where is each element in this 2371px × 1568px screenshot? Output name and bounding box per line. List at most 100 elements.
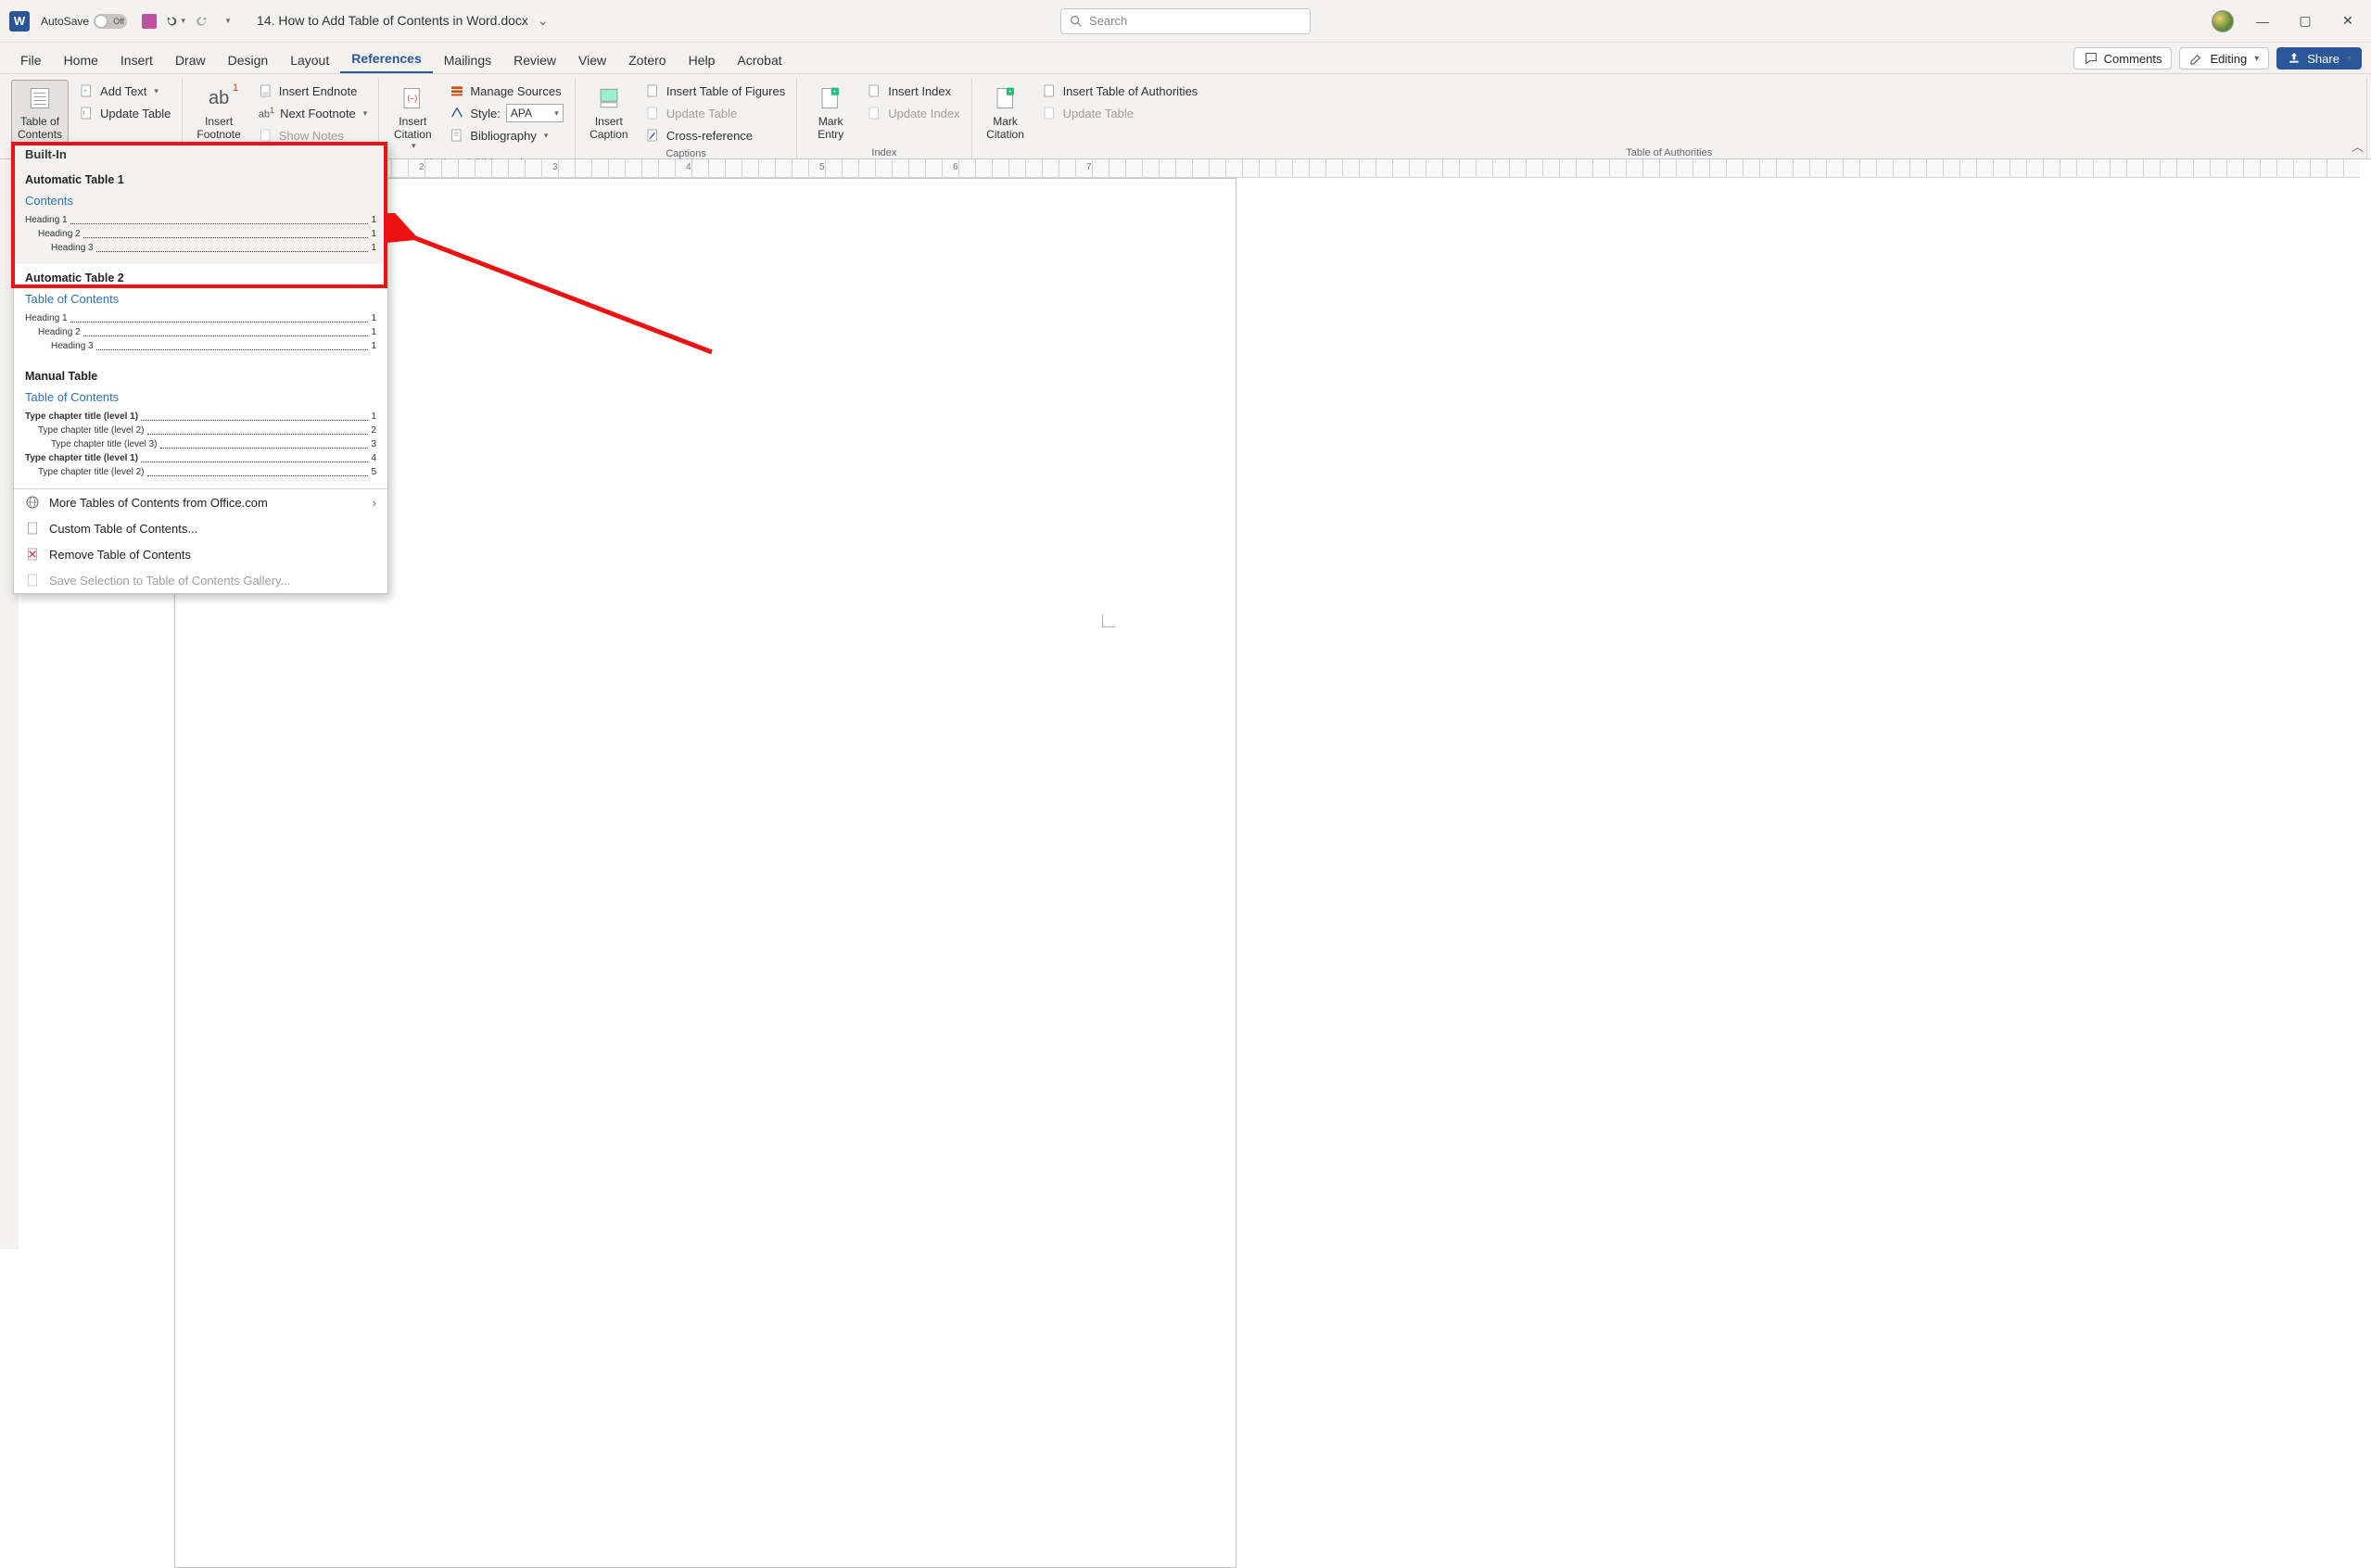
- title-bar: W AutoSave Off ▾ ▾ 14. How to Add Table …: [0, 0, 2371, 43]
- style-icon: [450, 106, 464, 120]
- toc-icon: [26, 84, 54, 112]
- remove-toc-button[interactable]: Remove Table of Contents: [14, 541, 387, 567]
- tab-acrobat[interactable]: Acrobat: [726, 47, 792, 73]
- manage-sources-button[interactable]: Manage Sources: [446, 80, 567, 102]
- insert-footnote-button[interactable]: ab1 Insert Footnote: [190, 80, 247, 145]
- tab-home[interactable]: Home: [53, 47, 109, 73]
- remove-icon: [25, 547, 40, 562]
- autosave-toggle[interactable]: Off: [94, 14, 127, 29]
- user-avatar[interactable]: [2212, 10, 2234, 32]
- gallery-section-builtin: Built-In: [14, 143, 387, 166]
- add-text-button[interactable]: + Add Text▾: [76, 80, 174, 102]
- tab-zotero[interactable]: Zotero: [617, 47, 677, 73]
- save-gallery-icon: [25, 573, 40, 588]
- mark-entry-icon: +: [817, 84, 844, 112]
- tab-insert[interactable]: Insert: [109, 47, 164, 73]
- save-selection-to-gallery-button[interactable]: Save Selection to Table of Contents Gall…: [14, 567, 387, 593]
- svg-text:!: !: [82, 109, 84, 118]
- toc-preview-row: Heading 21: [25, 227, 376, 241]
- tof-icon: [646, 83, 661, 98]
- undo-button[interactable]: ▾: [165, 11, 185, 32]
- ruler-number: 7: [1086, 162, 1092, 172]
- style-select[interactable]: Style: APA▾: [446, 102, 567, 124]
- save-button[interactable]: [139, 11, 159, 32]
- refresh-icon: [646, 106, 661, 120]
- mark-citation-button[interactable]: + Mark Citation: [980, 80, 1032, 145]
- ruler-number: 2: [419, 162, 425, 172]
- comment-icon: [2084, 51, 2098, 66]
- add-icon: +: [80, 83, 95, 98]
- toa-icon: [1043, 83, 1058, 98]
- next-footnote-icon: ab1: [259, 106, 274, 120]
- insert-table-of-figures-button[interactable]: Insert Table of Figures: [642, 80, 789, 102]
- search-box[interactable]: Search: [1060, 8, 1311, 34]
- pencil-icon: [2189, 51, 2204, 66]
- toc-option-manual-table[interactable]: Manual Table Table of Contents Type chap…: [14, 362, 387, 488]
- chevron-right-icon: ›: [373, 496, 376, 510]
- toc-preview-row: Type chapter title (level 2)5: [25, 465, 376, 479]
- style-dropdown[interactable]: APA▾: [506, 104, 564, 122]
- bibliography-button[interactable]: Bibliography▾: [446, 124, 567, 146]
- word-app-icon: W: [9, 11, 30, 32]
- crossref-icon: [646, 128, 661, 143]
- insert-endnote-button[interactable]: Insert Endnote: [255, 80, 372, 102]
- toc-option-automatic-table-2[interactable]: Automatic Table 2 Table of Contents Head…: [14, 264, 387, 362]
- index-icon: [868, 83, 882, 98]
- close-button[interactable]: ✕: [2334, 13, 2362, 29]
- tab-review[interactable]: Review: [502, 47, 567, 73]
- refresh-icon: [1043, 106, 1058, 120]
- next-footnote-button[interactable]: ab1 Next Footnote▾: [255, 102, 372, 124]
- toc-preview-row: Type chapter title (level 2)2: [25, 424, 376, 437]
- document-title[interactable]: 14. How to Add Table of Contents in Word…: [257, 13, 549, 29]
- group-citations: (–) Insert Citation▾ Manage Sources Styl…: [379, 78, 576, 158]
- comments-button[interactable]: Comments: [2073, 47, 2173, 70]
- tab-references[interactable]: References: [340, 45, 433, 73]
- autosave-control[interactable]: AutoSave Off: [41, 14, 127, 29]
- insert-citation-button[interactable]: (–) Insert Citation▾: [387, 80, 438, 156]
- update-toa-button: Update Table: [1039, 102, 1202, 124]
- toc-preview-row: Type chapter title (level 1)1: [25, 410, 376, 424]
- svg-text:(–): (–): [408, 93, 418, 102]
- share-icon: [2287, 51, 2301, 66]
- customize-qat-button[interactable]: ▾: [217, 11, 237, 32]
- tab-mailings[interactable]: Mailings: [433, 47, 502, 73]
- minimize-button[interactable]: —: [2249, 14, 2276, 29]
- redo-button[interactable]: [191, 11, 211, 32]
- footnote-icon: ab1: [205, 84, 233, 112]
- insert-caption-button[interactable]: Insert Caption: [583, 80, 635, 145]
- tab-layout[interactable]: Layout: [279, 47, 340, 73]
- insert-toa-button[interactable]: Insert Table of Authorities: [1039, 80, 1202, 102]
- editing-mode-button[interactable]: Editing▾: [2179, 47, 2269, 70]
- ruler-number: 4: [686, 162, 691, 172]
- tab-design[interactable]: Design: [217, 47, 280, 73]
- ruler-number: 5: [819, 162, 825, 172]
- maximize-button[interactable]: ▢: [2291, 13, 2319, 29]
- ruler-number: 3: [552, 162, 558, 172]
- refresh-icon: [868, 106, 882, 120]
- group-captions: Insert Caption Insert Table of Figures U…: [576, 78, 797, 158]
- insert-index-button[interactable]: Insert Index: [864, 80, 963, 102]
- update-table-button[interactable]: ! Update Table: [76, 102, 174, 124]
- group-index: + Mark Entry Insert Index Update Index I…: [797, 78, 971, 158]
- chevron-down-icon: ⌄: [538, 13, 549, 28]
- toc-gallery-dropdown: Built-In Automatic Table 1 Contents Head…: [13, 142, 388, 594]
- mark-entry-button[interactable]: + Mark Entry: [805, 80, 856, 145]
- tab-view[interactable]: View: [567, 47, 617, 73]
- sources-icon: [450, 83, 464, 98]
- toc-option-automatic-table-1[interactable]: Automatic Table 1 Contents Heading 11Hea…: [14, 166, 387, 264]
- share-button[interactable]: Share▾: [2276, 47, 2362, 70]
- custom-toc-button[interactable]: Custom Table of Contents...: [14, 515, 387, 541]
- tab-file[interactable]: File: [9, 47, 53, 73]
- endnote-icon: [259, 83, 273, 98]
- tab-draw[interactable]: Draw: [164, 47, 217, 73]
- update-index-button: Update Index: [864, 102, 963, 124]
- collapse-ribbon-button[interactable]: ︿: [2352, 137, 2364, 155]
- more-toc-from-office-button[interactable]: More Tables of Contents from Office.com …: [14, 489, 387, 515]
- toc-preview-row: Heading 31: [25, 339, 376, 353]
- bibliography-icon: [450, 128, 464, 143]
- search-icon: [1069, 14, 1084, 29]
- cross-reference-button[interactable]: Cross-reference: [642, 124, 789, 146]
- tab-help[interactable]: Help: [678, 47, 727, 73]
- toc-preview-row: Type chapter title (level 1)4: [25, 451, 376, 465]
- update-caption-table-button: Update Table: [642, 102, 789, 124]
